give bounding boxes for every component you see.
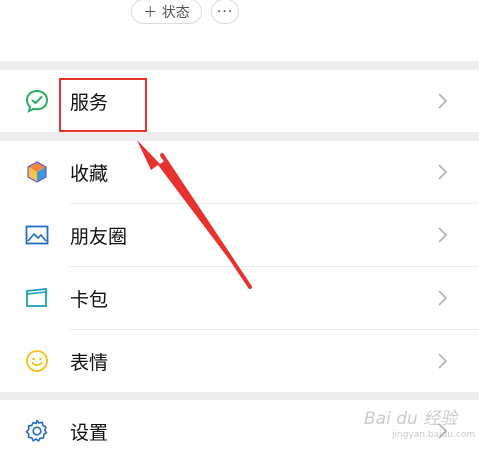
menu-item-label: 卡包	[70, 288, 109, 311]
watermark-text: Bai du 经验	[364, 409, 458, 429]
add-status-button[interactable]: ＋ 状态	[131, 0, 202, 24]
menu-item-label: 表情	[70, 351, 109, 374]
chevron-right-icon	[438, 290, 448, 306]
service-icon	[25, 89, 49, 113]
image-icon	[25, 225, 49, 245]
profile-header-area: ＋ 状态 ···	[0, 0, 479, 61]
menu-item-label: 朋友圈	[70, 225, 128, 248]
watermark-subtext: jingyan.baidu.com	[392, 430, 476, 440]
favorites-cube-icon	[27, 161, 47, 183]
section-divider	[0, 61, 479, 70]
gear-icon	[25, 419, 48, 442]
emoji-icon	[26, 350, 48, 372]
chevron-right-icon	[438, 93, 448, 109]
highlight-box	[59, 78, 147, 132]
menu-item-card-pack[interactable]: 卡包	[0, 267, 479, 329]
section-divider	[0, 132, 479, 141]
more-button[interactable]: ···	[211, 0, 239, 24]
section-divider	[0, 392, 479, 400]
chevron-right-icon	[438, 227, 448, 243]
card-wallet-icon	[26, 288, 47, 307]
chevron-right-icon	[438, 164, 448, 180]
menu-item-label: 收藏	[70, 162, 109, 185]
menu-item-label: 设置	[70, 421, 109, 444]
watermark: Bai du 经验 jingyan.baidu.com	[364, 404, 476, 444]
menu-item-stickers[interactable]: 表情	[0, 330, 479, 392]
menu-item-moments[interactable]: 朋友圈	[0, 204, 479, 266]
chevron-right-icon	[438, 353, 448, 369]
menu-item-favorites[interactable]: 收藏	[0, 141, 479, 203]
